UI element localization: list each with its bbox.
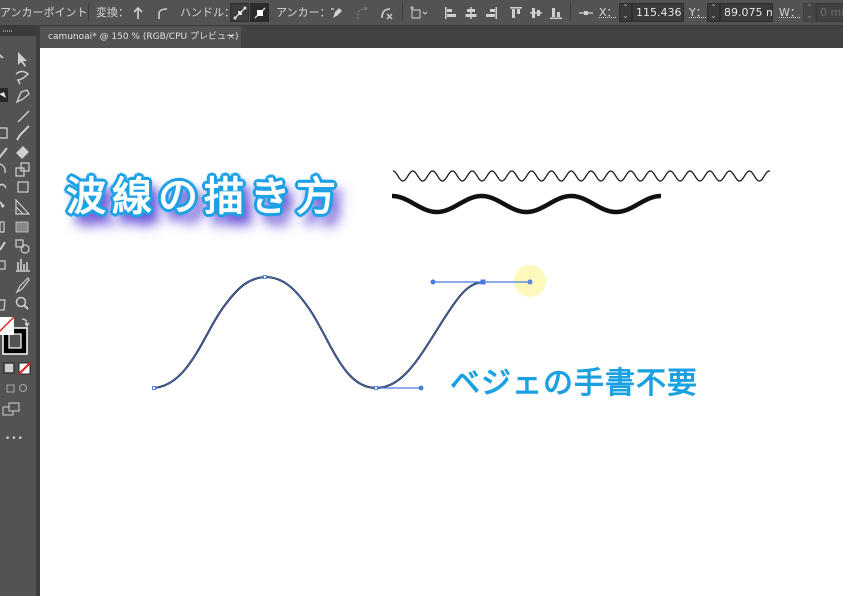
artwork-title[interactable]: 波線の描き方 xyxy=(66,164,342,222)
small-wavy-line[interactable] xyxy=(392,170,771,182)
bold-wavy-line[interactable] xyxy=(392,193,661,215)
bezier-path[interactable] xyxy=(153,275,484,390)
handle-point xyxy=(430,279,436,285)
anchor-point-selected xyxy=(480,279,486,285)
anchor-points[interactable] xyxy=(152,275,378,390)
handle-point xyxy=(527,279,533,285)
artwork-subtitle[interactable]: ベジェの手書不要 xyxy=(450,358,698,402)
artwork xyxy=(152,170,771,391)
handle-point xyxy=(418,385,424,391)
